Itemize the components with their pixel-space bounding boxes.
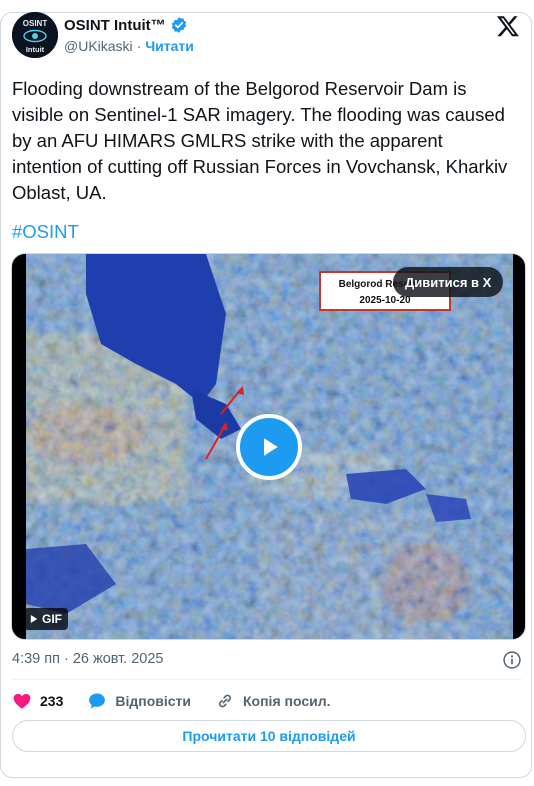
heart-icon [13,693,31,709]
tweet-timestamp[interactable]: 4:39 пп · 26 жовт. 2025 [12,651,164,667]
actions-bar: 233 Відповісти Копія посил. [12,690,355,712]
overlay-label-date: 2025-10-20 [359,295,411,306]
like-button[interactable]: 233 [12,691,63,711]
verified-badge-icon [171,17,186,33]
gif-play-icon [30,615,38,623]
author-name[interactable]: OSINT Intuit™ [64,17,166,34]
author-handle-row: @UKikaski · Читати [64,38,194,54]
copy-link-label: Копія посил. [243,693,331,709]
author-handle[interactable]: @UKikaski [64,38,133,54]
x-logo-icon[interactable] [496,14,520,38]
follow-link[interactable]: Читати [145,38,194,54]
hashtag-link[interactable]: #OSINT [12,219,79,245]
avatar[interactable]: OSINT Intuit [12,12,58,58]
avatar-logo: OSINT Intuit [12,12,58,58]
tweet-text: Flooding downstream of the Belgorod Rese… [12,78,508,203]
reply-label: Відповісти [115,693,191,709]
reply-button[interactable]: Відповісти [87,691,191,711]
copy-link-button[interactable]: Копія посил. [215,691,331,711]
watch-on-x-button[interactable]: Дивитися в X [393,267,504,297]
play-button[interactable] [236,414,302,480]
gif-label: GIF [42,612,62,626]
svg-text:Intuit: Intuit [26,45,45,54]
reply-bubble-icon [89,693,106,709]
info-icon[interactable] [502,650,522,670]
author-name-row[interactable]: OSINT Intuit™ [64,16,188,34]
gif-badge: GIF [24,608,68,630]
handle-separator: · [136,38,142,54]
media-container[interactable]: Belgorod Reservoir 2025-10-20 Дивитися в… [11,253,526,640]
play-icon [264,438,278,456]
link-icon [219,694,231,708]
actions-divider [12,679,522,680]
read-replies-button[interactable]: Прочитати 10 відповідей [12,720,526,752]
svg-text:OSINT: OSINT [23,19,48,28]
like-count: 233 [40,693,64,709]
